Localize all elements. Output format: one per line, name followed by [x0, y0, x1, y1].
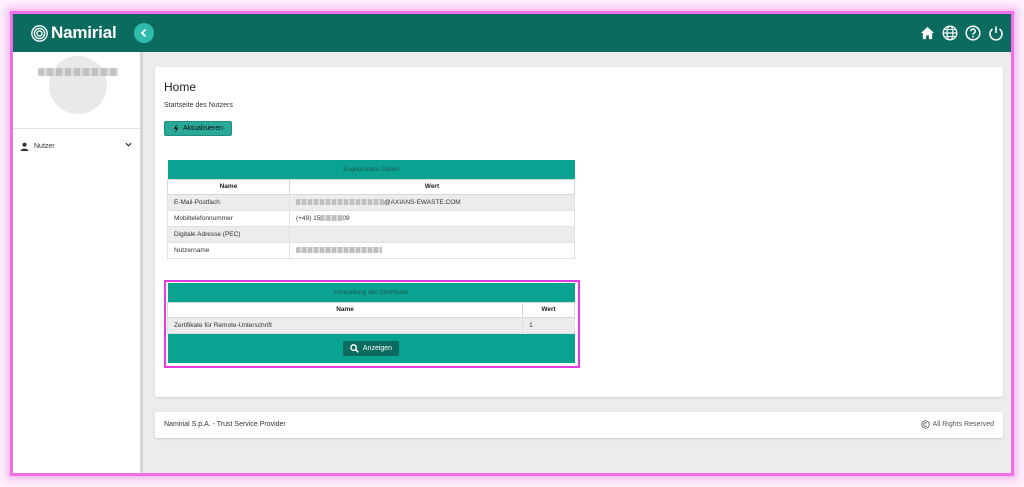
row-name: Nutzername: [167, 241, 290, 259]
row-name: Digitale Adresse (PEC): [167, 225, 290, 243]
brand-logo[interactable]: Namirial: [31, 23, 117, 43]
row-value: [288, 241, 576, 259]
table-caption: Zugeordnete Daten: [167, 160, 575, 179]
table-row: Zertifikate für Remote-Unterschrift 1: [166, 316, 575, 334]
page-subtitle: Startseite des Nutzers: [164, 102, 233, 109]
table-row: Digitale Adresse (PEC): [167, 225, 576, 243]
brand-name: Namirial: [51, 23, 117, 42]
show-label: Anzeigen: [362, 344, 393, 352]
sidebar: Nutzer: [13, 52, 143, 473]
chevron-left-icon: [140, 28, 147, 38]
show-button[interactable]: Anzeigen: [342, 340, 400, 356]
table-row: E-Mail-Postfach @AXIANS-EWASTE.COM: [167, 193, 576, 211]
app-window: Namirial Nutzer Home Startseite des Nutz…: [10, 11, 1014, 476]
page-title: Home: [164, 80, 197, 94]
sidebar-item-nutzer[interactable]: Nutzer: [13, 138, 140, 154]
row-name: E-Mail-Postfach: [167, 193, 290, 211]
footer: Namirial S.p.A. - Trust Service Provider…: [155, 412, 1003, 438]
row-value: (+49) 15 09: [288, 209, 576, 227]
table-row: Nutzername: [167, 241, 576, 259]
refresh-label: Aktualisieren: [182, 125, 224, 132]
main-panel: Home Startseite des Nutzers Aktualisiere…: [155, 67, 1003, 397]
column-header-name: Name: [166, 301, 524, 318]
power-icon[interactable]: [987, 24, 1005, 42]
top-bar: Namirial: [13, 14, 1011, 52]
lightning-icon: [173, 124, 179, 133]
row-value: 1: [522, 316, 575, 334]
certificate-management-table: Verwaltung der Zertifikate Name Wert Zer…: [166, 283, 575, 363]
column-header-name: Name: [167, 178, 290, 195]
chevron-down-icon: [125, 142, 132, 147]
table-row: Mobiltelefonnummer (+49) 15 09: [167, 209, 576, 227]
row-value: [288, 225, 576, 243]
sidebar-item-label: Nutzer: [34, 142, 55, 150]
row-name: Mobiltelefonnummer: [167, 209, 290, 227]
email-domain: @AXIANS-EWASTE.COM: [383, 198, 461, 206]
redacted-value: [320, 214, 343, 221]
column-header-value: Wert: [522, 301, 575, 318]
refresh-button[interactable]: Aktualisieren: [164, 121, 232, 136]
help-icon[interactable]: [964, 24, 982, 42]
column-header-value: Wert: [288, 178, 576, 195]
user-icon: [20, 142, 29, 151]
user-name-redacted: [38, 68, 118, 76]
globe-icon[interactable]: [941, 24, 959, 42]
rights-notice: All Rights Reserved: [920, 420, 994, 429]
row-value: @AXIANS-EWASTE.COM: [288, 193, 576, 211]
assigned-data-table: Zugeordnete Daten Name Wert E-Mail-Postf…: [167, 160, 576, 259]
user-profile: [13, 52, 140, 129]
phone-suffix: 09: [342, 214, 350, 222]
redacted-value: [295, 246, 382, 253]
avatar: [49, 56, 107, 114]
top-bar-actions: [918, 24, 1005, 42]
collapse-sidebar-button[interactable]: [134, 23, 154, 43]
phone-prefix: (+49) 15: [295, 214, 321, 222]
rights-text: All Rights Reserved: [932, 421, 994, 428]
table-caption: Verwaltung der Zertifikate: [167, 283, 575, 302]
namirial-logo-icon: [31, 24, 48, 42]
search-icon: [350, 343, 359, 353]
company-name: Namirial S.p.A. - Trust Service Provider: [164, 421, 286, 428]
button-row: Anzeigen: [167, 333, 575, 363]
home-icon[interactable]: [918, 24, 936, 42]
row-name: Zertifikate für Remote-Unterschrift: [166, 316, 524, 334]
redacted-value: [295, 198, 384, 205]
copyright-icon: [920, 420, 930, 429]
